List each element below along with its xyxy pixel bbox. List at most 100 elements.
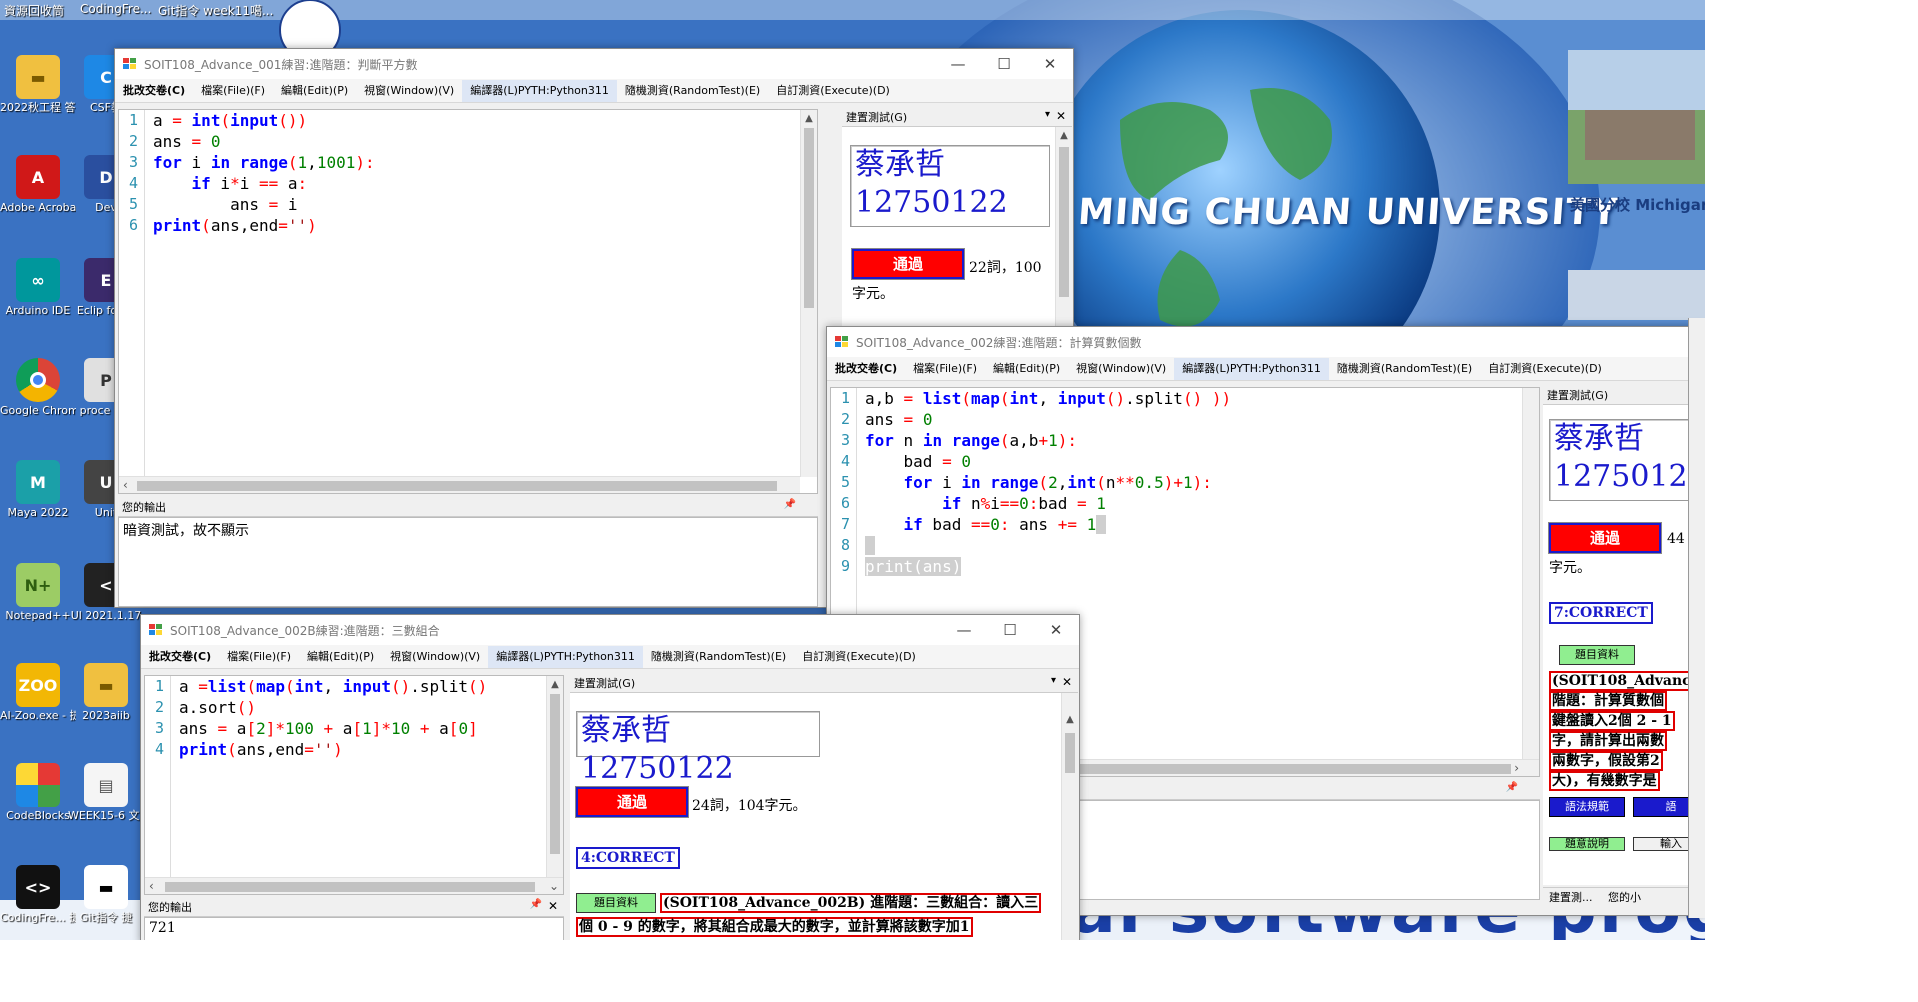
scroll-left-icon[interactable]: ‹ (149, 878, 154, 894)
desktop-icon-folder2[interactable]: ▬ 2023aiib (68, 663, 144, 722)
scroll-up-icon[interactable]: ▲ (547, 676, 563, 693)
menu-random-test[interactable]: 隨機測資(RandomTest)(E) (643, 646, 794, 668)
close-icon[interactable]: ✕ (1027, 49, 1073, 79)
menu-execute[interactable]: 自訂測資(Execute)(D) (768, 80, 898, 102)
scroll-up-icon[interactable]: ▲ (1056, 127, 1072, 144)
top-label-git[interactable]: Git指令 week11噶... (158, 2, 273, 19)
problem-line: 兩數字，假設第2 (1549, 751, 1663, 771)
output-box[interactable]: 721 (144, 917, 564, 940)
minimize-icon[interactable]: — (935, 49, 981, 79)
menu-edit[interactable]: 編輯(Edit)(P) (299, 646, 382, 668)
folder-icon: ▬ (84, 663, 128, 707)
maximize-icon[interactable]: ☐ (981, 49, 1027, 79)
code-content[interactable]: a,b = list(map(int, input().split() )) a… (865, 388, 1539, 577)
close-pane-icon[interactable]: ✕ (548, 899, 558, 913)
code-editor[interactable]: 1 2 3 4 5 6 a = int(input()) ans = 0 for… (118, 109, 818, 494)
problem-description-2: 個 0 - 9 的數字，將其組合成最大的數字，並計算將該數字加1 (576, 917, 1076, 937)
desktop-icon-maya[interactable]: M Maya 2022 (0, 460, 76, 519)
code-editor[interactable]: 1 2 3 4 a =list(map(int, input().split()… (144, 675, 564, 895)
output-box[interactable]: 暗資測試，故不顯示 (118, 517, 818, 607)
editor-vertical-scrollbar[interactable]: ▲ (546, 676, 563, 878)
pin-icon[interactable]: 📌 (530, 899, 542, 910)
menu-file[interactable]: 檔案(File)(F) (905, 358, 985, 380)
menu-execute[interactable]: 自訂測資(Execute)(D) (794, 646, 924, 668)
close-pane-icon[interactable]: ✕ (1056, 109, 1066, 123)
close-pane-icon[interactable]: ✕ (1062, 675, 1072, 689)
menu-submit[interactable]: 批改交卷(C) (827, 358, 905, 380)
desktop-icon-zoo[interactable]: ZOO AI-Zoo.exe - 捷徑 (0, 663, 76, 722)
menu-compiler[interactable]: 編譯器(L)PYTH:Python311 (488, 645, 643, 668)
menu-edit[interactable]: 編輯(Edit)(P) (985, 358, 1068, 380)
menu-file[interactable]: 檔案(File)(F) (219, 646, 299, 668)
code-line: ans = 0 (865, 410, 933, 429)
scroll-up-icon[interactable]: ▲ (1062, 711, 1078, 728)
desktop-icon-git[interactable]: ▬ Git指令 捷 (68, 865, 144, 924)
scroll-down-icon[interactable]: ⌄ (549, 878, 559, 894)
scroll-right-icon[interactable]: › (1514, 760, 1519, 776)
test-pane-header: 建置測試(G) ▾ ✕ (842, 109, 1072, 127)
desktop-icon-folder[interactable]: ▬ 2022秋工程 答師上課教... (0, 55, 76, 114)
scroll-up-icon[interactable]: ▲ (801, 110, 817, 127)
menu-submit[interactable]: 批改交卷(C) (141, 646, 219, 668)
pin-icon[interactable]: ▾ (1045, 109, 1050, 120)
syntax-rules-button[interactable]: 語法規範 (1549, 797, 1625, 817)
code-content[interactable]: a = int(input()) ans = 0 for i in range(… (153, 110, 817, 236)
problem-explain-button[interactable]: 題意說明 (1549, 837, 1625, 851)
maximize-icon[interactable]: ☐ (987, 615, 1033, 645)
code-content[interactable]: a =list(map(int, input().split() a.sort(… (179, 676, 563, 760)
menu-file[interactable]: 檔案(File)(F) (193, 80, 273, 102)
problem-info-button[interactable]: 題目資料 (1559, 645, 1635, 665)
scrollbar-thumb[interactable] (165, 882, 535, 892)
minimize-icon[interactable]: — (941, 615, 987, 645)
menu-submit[interactable]: 批改交卷(C) (115, 80, 193, 102)
scrollbar-thumb[interactable] (1059, 147, 1069, 297)
desktop-icon-week15[interactable]: ▤ WEEK15-6 文.png (68, 763, 144, 822)
editor-vertical-scrollbar[interactable] (1522, 388, 1539, 760)
desktop-icon-adobe[interactable]: A Adobe Acrobat (0, 155, 76, 214)
menu-random-test[interactable]: 隨機測資(RandomTest)(E) (1329, 358, 1480, 380)
menu-compiler[interactable]: 編譯器(L)PYTH:Python311 (462, 79, 617, 102)
title-bar[interactable]: SOIT108_Advance_002練習:進階題：計算質數個數 (827, 327, 1705, 357)
problem-info-button[interactable]: 題目資料 (576, 893, 656, 913)
pin-icon[interactable]: 📌 (1506, 782, 1518, 793)
problem-line: 階題：計算質數個 (1549, 691, 1667, 711)
scrollbar-thumb[interactable] (1071, 764, 1511, 774)
desktop-icon-notepad[interactable]: N+ Notepad++ (0, 563, 76, 622)
scroll-left-icon[interactable]: ‹ (123, 477, 128, 493)
test-scrollbar[interactable]: ▲ (1061, 693, 1078, 940)
menu-edit[interactable]: 編輯(Edit)(P) (273, 80, 356, 102)
menu-window[interactable]: 視窗(Window)(V) (382, 646, 488, 668)
editor-horizontal-scrollbar[interactable]: ‹ ⌄ (145, 877, 563, 894)
top-label-codingfrenzy[interactable]: CodingFre... (80, 2, 151, 16)
pass-button[interactable]: 通過 (1548, 522, 1662, 554)
menu-random-test[interactable]: 隨機測資(RandomTest)(E) (617, 80, 768, 102)
pin-icon[interactable]: ▾ (1051, 675, 1056, 686)
menu-window[interactable]: 視窗(Window)(V) (1068, 358, 1174, 380)
pass-button[interactable]: 通過 (851, 248, 965, 280)
title-bar[interactable]: SOIT108_Advance_001練習:進階題：判斷平方數 — ☐ ✕ (115, 49, 1073, 79)
scrollbar-thumb[interactable] (550, 694, 560, 854)
code-line: for i in range(2,int(n**0.5)+1): (903, 473, 1212, 492)
title-bar[interactable]: SOIT108_Advance_002B練習:進階題：三數組合 — ☐ ✕ (141, 615, 1079, 645)
menu-window[interactable]: 視窗(Window)(V) (356, 80, 462, 102)
scrollbar-thumb[interactable] (804, 128, 814, 308)
window-controls: — ☐ ✕ (941, 615, 1079, 645)
desktop-icon-codeblocks[interactable]: CodeBlocks (0, 763, 76, 822)
menu-compiler[interactable]: 編譯器(L)PYTH:Python311 (1174, 357, 1329, 380)
tab-output[interactable]: 您的小 (1602, 891, 1647, 904)
scrollbar-thumb[interactable] (1065, 733, 1075, 773)
line-number: 1 (154, 677, 164, 695)
editor-horizontal-scrollbar[interactable]: ‹ (119, 476, 800, 493)
pass-button[interactable]: 通過 (575, 786, 689, 818)
desktop-icon-codingfrenzy[interactable]: <> CodingFre... 捷徑 (0, 865, 76, 924)
desktop-icon-label: 2022秋工程 答師上課教... (0, 101, 76, 114)
top-label-recycle[interactable]: 資源回收筒 (4, 2, 64, 19)
scrollbar-thumb[interactable] (137, 481, 777, 491)
editor-vertical-scrollbar[interactable]: ▲ (800, 110, 817, 477)
menu-execute[interactable]: 自訂測資(Execute)(D) (1480, 358, 1610, 380)
tab-build-test[interactable]: 建置測... (1543, 891, 1599, 904)
desktop-icon-arduino[interactable]: ∞ Arduino IDE (0, 258, 76, 317)
pin-icon[interactable]: 📌 (784, 499, 796, 510)
desktop-icon-chrome[interactable]: Google Chrome (0, 358, 76, 417)
close-icon[interactable]: ✕ (1033, 615, 1079, 645)
